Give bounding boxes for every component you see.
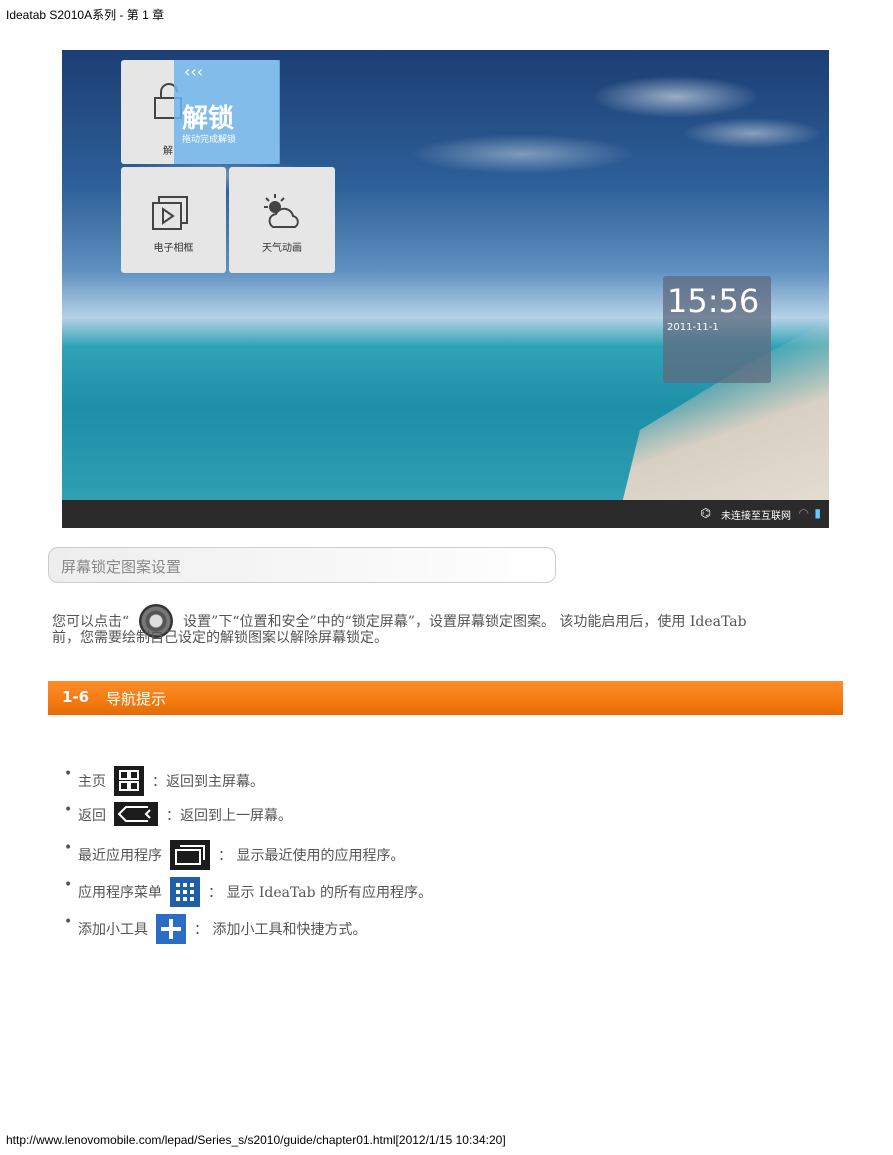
photo-frame-icon — [152, 196, 188, 230]
item-desc: ：返回到主屏幕。 — [152, 774, 264, 790]
nav-section-number: 1-6 — [62, 688, 90, 706]
chevrons-left-icon: ‹‹‹ — [184, 62, 204, 81]
weather-tile[interactable]: 天气动画 — [229, 167, 335, 273]
item-label: 应用程序菜单 — [78, 885, 162, 901]
list-item-home: 主页 ：返回到主屏幕。 — [64, 766, 264, 796]
recent-apps-icon — [170, 840, 210, 870]
app-menu-icon — [170, 877, 200, 907]
unlock-subtitle: 拖动完成解锁 — [182, 135, 237, 145]
back-icon — [114, 802, 158, 826]
nav-section-title: 导航提示 — [106, 690, 167, 708]
item-desc: ：返回到上一屏幕。 — [166, 808, 292, 824]
pattern-paragraph-line2: 前，您需要绘制自己设定的解锁图案以解除屏幕锁定。 — [52, 630, 388, 646]
item-label: 添加小工具 — [78, 922, 148, 938]
status-bar: ⌬ 未连接至互联网 ◠ ▮ — [62, 500, 829, 528]
wifi-icon: ◠ — [798, 506, 809, 520]
list-item-app-menu: 应用程序菜单 ： 显示 IdeaTab 的所有应用程序。 — [64, 877, 433, 907]
list-item-add-widget: 添加小工具 ： 添加小工具和快捷方式。 — [64, 914, 367, 944]
weather-icon — [264, 194, 299, 228]
unlock-title: 解锁 — [182, 104, 235, 134]
item-desc: ： 显示最近使用的应用程序。 — [218, 848, 405, 864]
home-icon — [114, 766, 144, 796]
item-desc: ： 显示 IdeaTab 的所有应用程序。 — [208, 885, 433, 901]
page-header: Ideatab S2010A系列 - 第 1 章 — [6, 8, 165, 22]
photo-frame-tile[interactable]: 电子相框 — [121, 167, 226, 273]
item-label: 最近应用程序 — [78, 848, 162, 864]
unlock-tile-label: 解 — [163, 146, 173, 157]
item-label: 返回 — [78, 808, 106, 824]
list-item-recent-apps: 最近应用程序 ： 显示最近使用的应用程序。 — [64, 840, 405, 870]
add-widget-icon — [156, 914, 186, 944]
clock-widget: 15:56 2011-11-1 — [663, 276, 771, 383]
list-item-back: 返回 ：返回到上一屏幕。 — [64, 802, 292, 826]
item-desc: ： 添加小工具和快捷方式。 — [194, 922, 367, 938]
clock-time: 15:56 — [667, 282, 760, 320]
unlock-slider[interactable]: ‹‹‹ 解锁 拖动完成解锁 — [174, 60, 280, 164]
nav-section-heading: 1-6 导航提示 — [48, 681, 843, 715]
photo-frame-label: 电子相框 — [153, 243, 194, 254]
lockscreen-screenshot: 解 ‹‹‹ 解锁 拖动完成解锁 电子相框 天气动画 15:56 2011-11-… — [62, 50, 829, 528]
pattern-section-title: 屏幕锁定图案设置 — [61, 558, 182, 576]
status-text: 未连接至互联网 — [721, 511, 791, 522]
battery-icon: ▮ — [814, 506, 821, 520]
weather-label: 天气动画 — [262, 243, 302, 254]
clock-date: 2011-11-1 — [667, 322, 719, 333]
pattern-section-heading: 屏幕锁定图案设置 — [48, 547, 556, 583]
network-warning-icon: ⌬ — [700, 506, 711, 520]
page-footer-url: http://www.lenovomobile.com/lepad/Series… — [6, 1133, 506, 1147]
item-label: 主页 — [78, 774, 106, 790]
